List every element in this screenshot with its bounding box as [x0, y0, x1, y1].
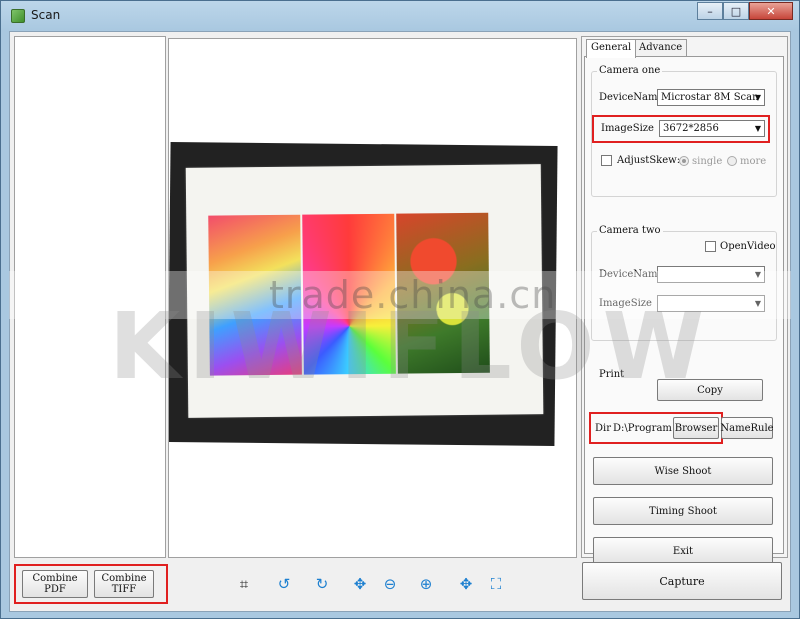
skew-more-radio[interactable] [727, 156, 737, 166]
combine-tiff-line1: Combine [101, 573, 147, 584]
dir-label: Dir [595, 423, 611, 434]
skew-single-label: single [692, 156, 723, 167]
rotate-right-icon[interactable]: ↻ [312, 574, 332, 594]
app-icon [11, 9, 25, 23]
watermark-brand: KIWIFLOW [109, 293, 713, 400]
timing-shoot-button[interactable]: Timing Shoot [593, 497, 773, 525]
name-rule-button[interactable]: NameRule [720, 417, 774, 439]
camera-one-size-label: ImageSize [601, 123, 654, 134]
skew-more-label: more [740, 156, 767, 167]
camera-one-device-label: DeviceName [599, 92, 664, 103]
open-video-label: OpenVideo [720, 241, 776, 252]
camera-one-device-value: Microstar 8M Scan [661, 92, 759, 103]
title-bar: Scan – □ ✕ [1, 1, 799, 31]
chevron-down-icon: ▼ [754, 124, 761, 133]
tab-general[interactable]: General [586, 39, 637, 58]
caption-buttons: – □ ✕ [697, 2, 793, 20]
fit-icon[interactable]: ✥ [456, 574, 476, 594]
fullscreen-icon[interactable]: ⛶ [486, 574, 506, 594]
wise-shoot-button[interactable]: Wise Shoot [593, 457, 773, 485]
camera-one-size-value: 3672*2856 [663, 123, 719, 134]
camera-one-size-select[interactable]: 3672*2856 ▼ [659, 120, 765, 137]
camera-two-label: Camera two [597, 225, 663, 236]
rotate-left-icon[interactable]: ↺ [274, 574, 294, 594]
minimize-button[interactable]: – [697, 2, 723, 20]
adjust-skew-checkbox[interactable] [601, 155, 612, 166]
crop-icon[interactable]: ⌗ [234, 574, 254, 594]
move-icon[interactable]: ✥ [350, 574, 370, 594]
window-title: Scan [31, 8, 61, 22]
browser-button[interactable]: Browser [673, 417, 719, 439]
combine-tiff-button[interactable]: Combine TIFF [94, 570, 154, 598]
skew-single-radio[interactable] [679, 156, 689, 166]
scan-window: Scan – □ ✕ Combine PDF Combine TIFF ⌗ ↺ … [0, 0, 800, 619]
combine-pdf-button[interactable]: Combine PDF [22, 570, 88, 598]
camera-one-label: Camera one [597, 65, 663, 76]
close-button[interactable]: ✕ [749, 2, 793, 20]
combine-pdf-line1: Combine [32, 573, 78, 584]
dir-path-value: D:\Program [613, 423, 672, 434]
camera-one-device-select[interactable]: Microstar 8M Scan ▼ [657, 89, 765, 106]
combine-pdf-line2: PDF [44, 584, 66, 595]
capture-button[interactable]: Capture [582, 562, 782, 600]
zoom-out-icon[interactable]: ⊖ [380, 574, 400, 594]
adjust-skew-label: AdjustSkew: [617, 155, 681, 166]
exit-button[interactable]: Exit [593, 537, 773, 565]
chevron-down-icon: ▼ [754, 93, 761, 102]
tab-advance[interactable]: Advance [634, 39, 688, 57]
open-video-checkbox[interactable] [705, 241, 716, 252]
image-toolbar: ⌗ ↺ ↻ ✥ ⊖ ⊕ ✥ ⛶ [230, 570, 530, 598]
maximize-button[interactable]: □ [723, 2, 749, 20]
zoom-in-icon[interactable]: ⊕ [416, 574, 436, 594]
combine-tiff-line2: TIFF [111, 584, 137, 595]
